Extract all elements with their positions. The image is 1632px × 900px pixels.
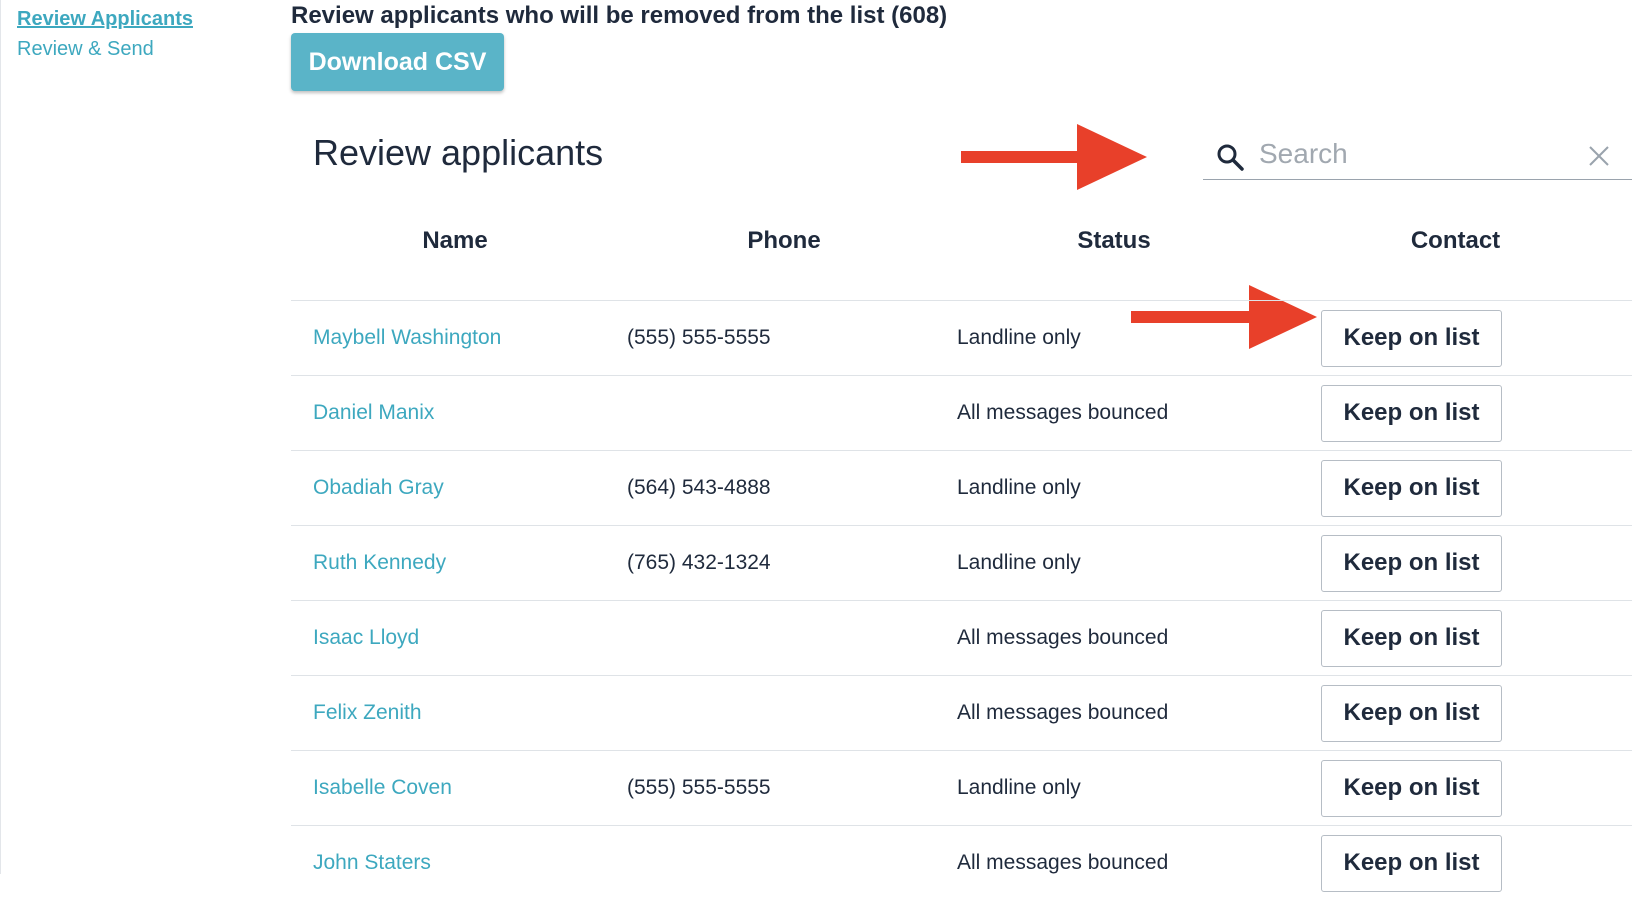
cell-status: Landline only: [949, 751, 1279, 826]
keep-on-list-button[interactable]: Keep on list: [1321, 610, 1502, 667]
column-header-status[interactable]: Status: [949, 200, 1279, 301]
cell-contact: Keep on list: [1279, 376, 1632, 451]
cell-name: Daniel Manix: [291, 376, 619, 451]
arrow-right-icon: [961, 122, 1151, 192]
table-row: Isabelle Coven (555) 555-5555 Landline o…: [291, 751, 1632, 826]
cell-phone: [619, 676, 949, 751]
cell-phone: (564) 543-4888: [619, 451, 949, 526]
cell-name: Maybell Washington: [291, 301, 619, 376]
cell-phone: [619, 601, 949, 676]
cell-name: Isabelle Coven: [291, 751, 619, 826]
cell-phone: [619, 826, 949, 900]
cell-status: All messages bounced: [949, 376, 1279, 451]
search-icon: [1215, 142, 1245, 172]
search-input[interactable]: [1259, 136, 1579, 172]
applicants-table: Name Phone Status Contact Maybell Washin…: [291, 200, 1632, 900]
sidebar-item-review-send[interactable]: Review & Send: [17, 34, 193, 64]
column-header-name[interactable]: Name: [291, 200, 619, 301]
applicant-name-link[interactable]: Isabelle Coven: [313, 776, 452, 799]
keep-on-list-button[interactable]: Keep on list: [1321, 535, 1502, 592]
cell-phone: (555) 555-5555: [619, 751, 949, 826]
cell-phone: [619, 376, 949, 451]
applicant-name-link[interactable]: John Staters: [313, 851, 431, 874]
keep-on-list-button[interactable]: Keep on list: [1321, 385, 1502, 442]
sidebar-divider: [0, 0, 1, 874]
table-row: Ruth Kennedy (765) 432-1324 Landline onl…: [291, 526, 1632, 601]
table-row: Maybell Washington (555) 555-5555 Landli…: [291, 301, 1632, 376]
cell-contact: Keep on list: [1279, 751, 1632, 826]
table-row: Isaac Lloyd All messages bounced Keep on…: [291, 601, 1632, 676]
cell-phone: (555) 555-5555: [619, 301, 949, 376]
table-row: Felix Zenith All messages bounced Keep o…: [291, 676, 1632, 751]
download-csv-button[interactable]: Download CSV: [291, 33, 504, 91]
page-heading: Review applicants who will be removed fr…: [291, 2, 947, 30]
column-header-contact: Contact: [1279, 200, 1632, 301]
keep-on-list-button[interactable]: Keep on list: [1321, 460, 1502, 517]
cell-name: Felix Zenith: [291, 676, 619, 751]
keep-on-list-button[interactable]: Keep on list: [1321, 310, 1502, 367]
cell-status: All messages bounced: [949, 826, 1279, 900]
keep-on-list-button[interactable]: Keep on list: [1321, 760, 1502, 817]
table-row: Daniel Manix All messages bounced Keep o…: [291, 376, 1632, 451]
cell-status: Landline only: [949, 451, 1279, 526]
cell-status: All messages bounced: [949, 676, 1279, 751]
cell-status: All messages bounced: [949, 601, 1279, 676]
applicant-name-link[interactable]: Isaac Lloyd: [313, 626, 419, 649]
column-header-phone[interactable]: Phone: [619, 200, 949, 301]
search-box: [1203, 132, 1632, 180]
cell-status: Landline only: [949, 301, 1279, 376]
cell-contact: Keep on list: [1279, 301, 1632, 376]
cell-contact: Keep on list: [1279, 826, 1632, 900]
cell-name: John Staters: [291, 826, 619, 900]
cell-contact: Keep on list: [1279, 676, 1632, 751]
sidebar-item-review-applicants[interactable]: Review Applicants: [17, 4, 193, 34]
sidebar: Review Applicants Review & Send: [17, 4, 193, 64]
cell-contact: Keep on list: [1279, 601, 1632, 676]
table-row: John Staters All messages bounced Keep o…: [291, 826, 1632, 900]
table-row: Obadiah Gray (564) 543-4888 Landline onl…: [291, 451, 1632, 526]
keep-on-list-button[interactable]: Keep on list: [1321, 835, 1502, 892]
cell-contact: Keep on list: [1279, 526, 1632, 601]
cell-status: Landline only: [949, 526, 1279, 601]
applicant-name-link[interactable]: Maybell Washington: [313, 326, 501, 349]
applicant-name-link[interactable]: Obadiah Gray: [313, 476, 444, 499]
card-title: Review applicants: [313, 132, 603, 174]
table-header-row: Name Phone Status Contact: [291, 200, 1632, 301]
applicant-name-link[interactable]: Felix Zenith: [313, 701, 422, 724]
cell-name: Isaac Lloyd: [291, 601, 619, 676]
keep-on-list-button[interactable]: Keep on list: [1321, 685, 1502, 742]
applicant-name-link[interactable]: Ruth Kennedy: [313, 551, 446, 574]
cell-contact: Keep on list: [1279, 451, 1632, 526]
cell-name: Obadiah Gray: [291, 451, 619, 526]
cell-name: Ruth Kennedy: [291, 526, 619, 601]
applicant-name-link[interactable]: Daniel Manix: [313, 401, 434, 424]
close-icon[interactable]: [1587, 144, 1611, 168]
cell-phone: (765) 432-1324: [619, 526, 949, 601]
